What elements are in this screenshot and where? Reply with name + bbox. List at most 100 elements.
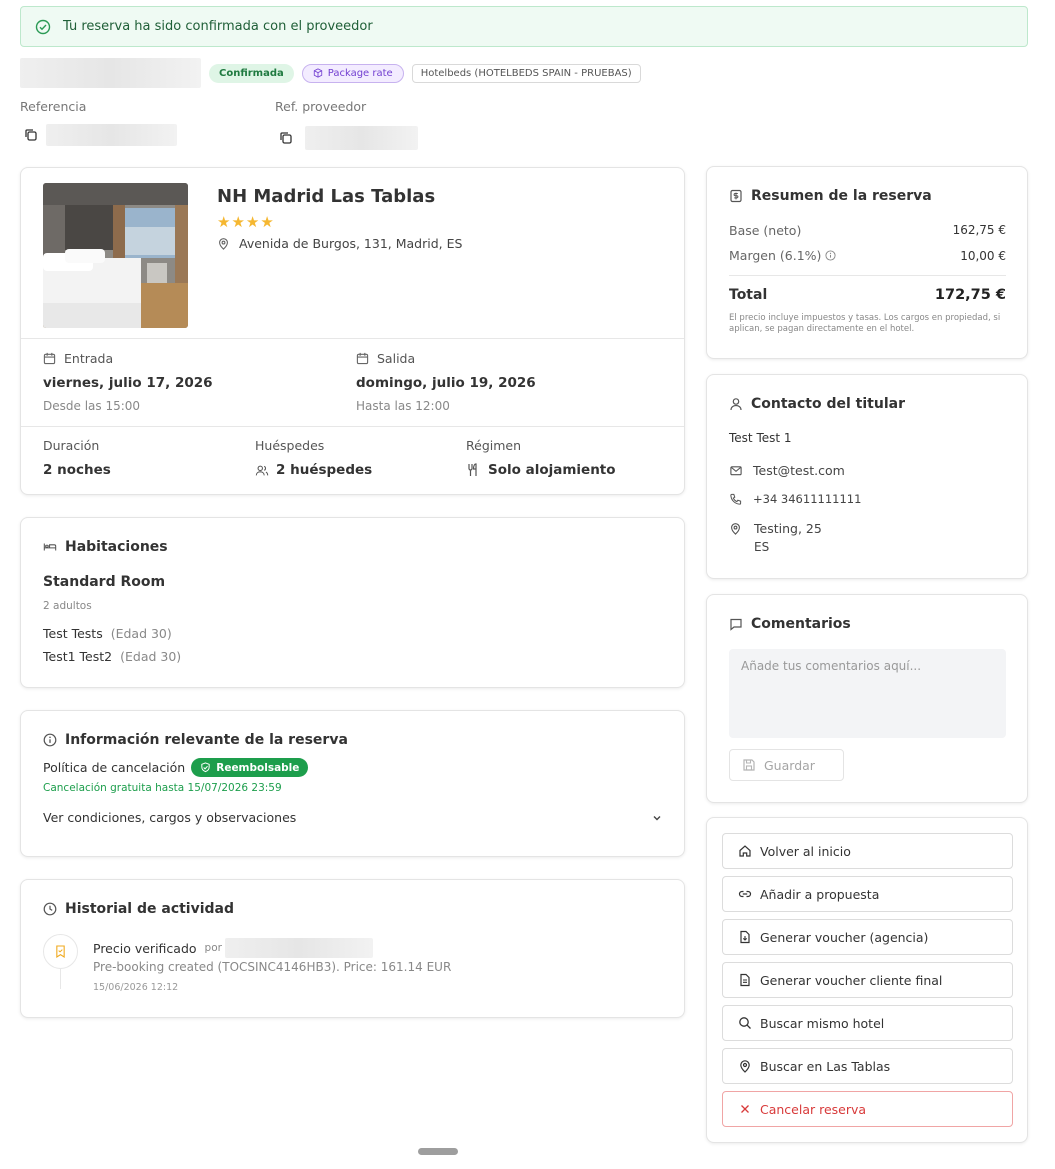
checkout-date: domingo, julio 19, 2026	[356, 375, 536, 391]
hotel-address-row: Avenida de Burgos, 131, Madrid, ES	[217, 236, 462, 251]
provider-ref-redacted	[305, 126, 418, 150]
price-note: El precio incluye impuestos y tasas. Los…	[729, 313, 1001, 334]
search-area-button[interactable]: Buscar en Las Tablas	[722, 1048, 1013, 1084]
bed-icon	[43, 543, 57, 551]
conditions-toggle[interactable]: Ver condiciones, cargos y observaciones	[43, 810, 663, 825]
contact-phone-row: +34 34611111111	[729, 492, 861, 506]
contact-email: Test@test.com	[753, 463, 845, 478]
search-same-hotel-label: Buscar mismo hotel	[760, 1015, 885, 1031]
copy-icon[interactable]	[279, 131, 293, 145]
checkout-time: Hasta las 12:00	[356, 399, 450, 413]
search-icon	[739, 1017, 751, 1029]
user-icon	[730, 398, 742, 411]
margin-label: Margen (6.1%)	[729, 248, 822, 263]
file-text-icon	[740, 973, 750, 987]
guests-value-row: 2 huéspedes	[255, 462, 372, 478]
board-value: Solo alojamiento	[488, 462, 616, 478]
cancel-booking-button[interactable]: Cancelar reserva	[722, 1091, 1013, 1127]
board-label: Régimen	[466, 438, 522, 453]
mail-icon	[730, 466, 742, 476]
contact-phone: +34 34611111111	[753, 492, 862, 506]
activity-history-card: Historial de actividad Precio verificado…	[20, 879, 685, 1018]
message-square-icon	[730, 618, 742, 631]
comments-title: Comentarios	[751, 616, 851, 632]
agency-voucher-label: Generar voucher (agencia)	[760, 929, 929, 945]
checkin-date: viernes, julio 17, 2026	[43, 375, 213, 391]
history-event-marker	[43, 934, 78, 969]
calendar-icon	[43, 352, 56, 365]
hotel-card: NH Madrid Las Tablas ★★★★ Avenida de Bur…	[20, 167, 685, 495]
close-icon	[741, 1105, 749, 1113]
holder-contact-card: Contacto del titular Test Test 1 Test@te…	[706, 374, 1028, 579]
bookmark-check-icon	[56, 945, 65, 958]
comments-title-row: Comentarios	[729, 616, 851, 632]
free-cancellation-text: Cancelación gratuita hasta 15/07/2026 23…	[43, 782, 282, 794]
package-icon	[313, 68, 322, 78]
home-icon	[739, 845, 751, 857]
margin-row: Margen (6.1%) 10,00 €	[729, 248, 1006, 263]
conditions-label: Ver condiciones, cargos y observaciones	[43, 810, 297, 825]
history-event-description: Pre-booking created (TOCSINC4146HB3). Pr…	[93, 960, 452, 974]
refundable-badge-label: Reembolsable	[216, 761, 300, 774]
guest-row: Test Tests (Edad 30)	[43, 626, 172, 641]
booking-info-card: Información relevante de la reserva Polí…	[20, 710, 685, 857]
info-title: Información relevante de la reserva	[65, 732, 348, 748]
hotel-stars: ★★★★	[217, 213, 274, 231]
reference-label: Referencia	[20, 99, 87, 114]
add-to-proposal-label: Añadir a propuesta	[760, 886, 880, 902]
history-event-by: por	[204, 942, 222, 954]
phone-icon	[730, 493, 742, 505]
guest-name: Test1 Test2	[43, 649, 113, 664]
margin-value: 10,00 €	[960, 248, 1006, 263]
provider-ref-row	[279, 126, 418, 150]
checkin-label: Entrada	[64, 351, 114, 366]
scroll-handle[interactable]	[418, 1148, 458, 1155]
history-event-time: 15/06/2026 12:12	[93, 982, 179, 993]
room-name: Standard Room	[43, 574, 166, 590]
history-title-row: Historial de actividad	[43, 901, 234, 917]
history-event-header: Precio verificado por	[93, 938, 373, 958]
duration-value: 2 noches	[43, 462, 111, 478]
search-same-hotel-button[interactable]: Buscar mismo hotel	[722, 1005, 1013, 1041]
comments-textarea[interactable]: Añade tus comentarios aquí...	[729, 649, 1006, 738]
rate-badge-label: Package rate	[327, 67, 393, 79]
guest-age: (Edad 30)	[120, 649, 182, 664]
history-event-title: Precio verificado	[93, 940, 197, 956]
booking-id-redacted	[20, 58, 201, 88]
add-to-proposal-button[interactable]: Añadir a propuesta	[722, 876, 1013, 912]
comments-card: Comentarios Añade tus comentarios aquí..…	[706, 594, 1028, 803]
policy-label: Política de cancelación	[43, 760, 186, 775]
room-occupancy: 2 adultos	[43, 600, 92, 612]
guest-name: Test Tests	[43, 626, 103, 641]
back-home-button[interactable]: Volver al inicio	[722, 833, 1013, 869]
save-comment-button[interactable]: Guardar	[729, 749, 844, 781]
base-row: Base (neto) 162,75 €	[729, 223, 1006, 238]
guests-value: 2 huéspedes	[276, 462, 373, 478]
map-pin-icon	[731, 523, 740, 535]
base-label: Base (neto)	[729, 223, 802, 238]
hotel-address: Avenida de Burgos, 131, Madrid, ES	[239, 236, 463, 251]
file-download-icon	[740, 930, 750, 944]
checkin-label-row: Entrada	[43, 351, 113, 366]
map-pin-icon	[219, 238, 228, 250]
policy-row: Política de cancelación Reembolsable	[43, 758, 309, 777]
checkin-time: Desde las 15:00	[43, 399, 141, 413]
guest-age: (Edad 30)	[110, 626, 172, 641]
chevron-down-icon	[653, 815, 661, 820]
contact-address-line1: Testing, 25	[754, 521, 822, 536]
info-title-row: Información relevante de la reserva	[43, 732, 348, 748]
rooms-title: Habitaciones	[65, 539, 168, 555]
checkout-label-row: Salida	[356, 351, 415, 366]
users-icon	[255, 465, 269, 475]
contact-address-line2: ES	[754, 540, 770, 554]
rate-badge: Package rate	[301, 63, 404, 83]
rooms-card: Habitaciones Standard Room 2 adultos Tes…	[20, 517, 685, 688]
contact-name: Test Test 1	[729, 431, 792, 445]
base-value: 162,75 €	[952, 223, 1006, 237]
map-pin-icon	[740, 1060, 750, 1073]
client-voucher-button[interactable]: Generar voucher cliente final	[722, 962, 1013, 998]
agency-voucher-button[interactable]: Generar voucher (agencia)	[722, 919, 1013, 955]
banner-text: Tu reserva ha sido confirmada con el pro…	[63, 19, 373, 34]
info-icon[interactable]	[825, 250, 836, 261]
copy-icon[interactable]	[24, 128, 38, 142]
